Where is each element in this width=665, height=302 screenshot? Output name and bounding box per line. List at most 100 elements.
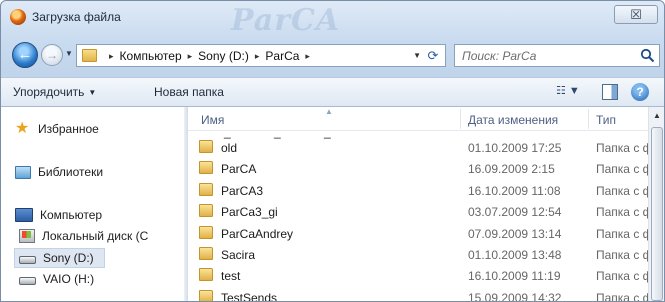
file-row[interactable]: ParCa3_gi 03.07.2009 12:54 Папка с ф <box>188 201 648 222</box>
address-row: ← → ▼ ▸ Компьютер ▸ Sony (D:) ▸ ParCa ▸ … <box>1 33 664 77</box>
breadcrumb-separator-icon[interactable]: ▸ <box>109 51 114 62</box>
file-name: old <box>221 141 238 155</box>
vertical-scrollbar[interactable]: ▲ <box>648 107 664 301</box>
file-row[interactable]: Sacira 01.10.2009 13:48 Папка с ф <box>188 244 648 265</box>
file-row[interactable]: ParCA 16.09.2009 2:15 Папка с ф <box>188 158 648 179</box>
file-name: ParCa3_gi <box>221 205 278 220</box>
scroll-up-icon[interactable]: ▲ <box>649 107 664 124</box>
navigation-pane: ★ Избранное Библиотеки Компьютер Локальн… <box>1 107 184 301</box>
file-row[interactable]: ParCA3 16.10.2009 11:08 Папка с ф <box>188 180 648 201</box>
help-icon[interactable]: ? <box>631 83 649 101</box>
file-type: Папка с ф <box>596 269 648 284</box>
column-divider[interactable] <box>588 109 589 129</box>
file-date: 07.09.2009 13:14 <box>468 226 562 241</box>
drive-icon <box>19 256 36 264</box>
file-date: 01.10.2009 13:48 <box>468 248 562 262</box>
file-type: Папка с ф <box>596 205 648 220</box>
address-bar[interactable]: ▸ Компьютер ▸ Sony (D:) ▸ ParCa ▸ ▼ ⟳ <box>76 44 446 67</box>
organize-button[interactable]: Упорядочить ▼ <box>13 85 96 99</box>
search-box[interactable]: Поиск: ParCa <box>454 44 660 67</box>
breadcrumb-parca[interactable]: ParCa <box>265 49 299 63</box>
folder-icon <box>82 49 97 62</box>
file-list: ▲ Имя Дата изменения Тип _ _ _ old 01.10.… <box>188 107 648 302</box>
nav-item-label: VAIO (H:) <box>43 272 95 286</box>
file-date: 15.09.2009 14:32 <box>468 290 562 302</box>
nav-item-label: Избранное <box>38 122 99 136</box>
file-name: ParCA <box>221 162 257 177</box>
folder-icon <box>199 247 213 260</box>
file-type: Папка с ф <box>596 290 648 302</box>
organize-label: Упорядочить <box>13 85 85 99</box>
folder-icon <box>199 182 213 196</box>
forward-button[interactable]: → <box>41 44 63 66</box>
file-name: Sacira <box>221 248 256 262</box>
nav-item-vaio[interactable]: VAIO (H:) <box>19 272 94 286</box>
file-type: Папка с ф <box>596 226 648 241</box>
nav-item-local-disk[interactable]: Локальный диск (C <box>19 229 148 243</box>
file-row[interactable]: old 01.10.2009 17:25 Папка с ф <box>188 137 648 158</box>
file-row[interactable]: test 16.10.2009 11:19 Папка с ф <box>188 265 648 286</box>
folder-icon <box>199 140 213 153</box>
file-type: Папка с ф <box>596 141 648 155</box>
nav-item-sony[interactable]: Sony (D:) <box>14 248 105 268</box>
column-header-name[interactable]: Имя <box>201 113 224 127</box>
title-bar: Загрузка файла ParCA ☒ <box>1 1 664 38</box>
file-dialog-window: Загрузка файла ParCA ☒ ← → ▼ ▸ Компьютер… <box>0 0 665 302</box>
breadcrumb-separator-icon[interactable]: ▸ <box>305 51 310 62</box>
breadcrumb-separator-icon[interactable]: ▸ <box>188 51 193 62</box>
folder-icon <box>199 289 213 301</box>
file-type: Папка с ф <box>596 183 648 198</box>
command-bar: Упорядочить ▼ Новая папка ☷ ▼ ? <box>1 77 664 107</box>
breadcrumb-sony-drive[interactable]: Sony (D:) <box>198 49 249 63</box>
folder-icon <box>199 225 213 239</box>
file-name: TestSends <box>221 290 278 302</box>
file-row[interactable]: TestSends 15.09.2009 14:32 Папка с ф <box>188 287 648 302</box>
file-date: 03.07.2009 12:54 <box>468 205 562 220</box>
address-dropdown-icon[interactable]: ▼ <box>413 51 421 60</box>
nav-item-label: Компьютер <box>40 208 103 222</box>
system-drive-icon <box>19 229 35 243</box>
column-header-type[interactable]: Тип <box>596 113 616 127</box>
window-title: Загрузка файла <box>32 10 121 24</box>
firefox-app-icon <box>10 9 26 25</box>
preview-pane-icon[interactable] <box>602 84 618 100</box>
file-type: Папка с ф <box>596 248 648 262</box>
search-icon[interactable] <box>640 48 655 63</box>
file-name: test <box>221 269 241 284</box>
close-button[interactable]: ☒ <box>614 5 658 24</box>
file-date: 16.10.2009 11:08 <box>468 183 561 198</box>
star-icon: ★ <box>15 120 30 137</box>
scroll-thumb[interactable] <box>651 127 663 301</box>
back-button[interactable]: ← <box>12 42 38 68</box>
chevron-down-icon: ▼ <box>88 88 97 97</box>
column-header-date[interactable]: Дата изменения <box>468 113 558 127</box>
refresh-icon[interactable]: ⟳ <box>424 47 442 64</box>
nav-item-computer[interactable]: Компьютер <box>15 208 102 222</box>
nav-item-favorites[interactable]: ★ Избранное <box>15 121 99 137</box>
nav-item-label: Библиотеки <box>38 165 104 179</box>
breadcrumb-separator-icon[interactable]: ▸ <box>255 51 260 62</box>
breadcrumb: ▸ Компьютер ▸ Sony (D:) ▸ ParCa ▸ <box>103 49 316 63</box>
file-name: ParCA3 <box>221 183 264 198</box>
library-icon <box>15 165 31 179</box>
folder-icon <box>199 204 213 218</box>
file-date: 16.09.2009 2:15 <box>468 162 555 177</box>
search-input[interactable]: Поиск: ParCa <box>462 49 536 63</box>
computer-icon <box>15 208 33 222</box>
recent-pages-dropdown-icon[interactable]: ▼ <box>65 49 73 58</box>
folder-icon <box>199 268 213 282</box>
file-date: 16.10.2009 11:19 <box>468 269 561 284</box>
file-date: 01.10.2009 17:25 <box>468 141 562 155</box>
breadcrumb-computer[interactable]: Компьютер <box>120 49 182 63</box>
nav-item-label: Локальный диск (C <box>42 229 149 243</box>
column-divider[interactable] <box>460 109 461 129</box>
new-folder-button[interactable]: Новая папка <box>154 85 224 99</box>
file-type: Папка с ф <box>596 162 648 177</box>
folder-icon <box>199 161 213 175</box>
drive-icon <box>19 277 36 285</box>
file-row[interactable]: ParCaAndrey 07.09.2009 13:14 Папка с ф <box>188 223 648 244</box>
nav-item-libraries[interactable]: Библиотеки <box>15 165 103 179</box>
file-name: ParCaAndrey <box>221 226 294 241</box>
change-view-button[interactable]: ☷ ▼ <box>556 84 592 102</box>
sort-ascending-icon: ▲ <box>325 107 333 116</box>
